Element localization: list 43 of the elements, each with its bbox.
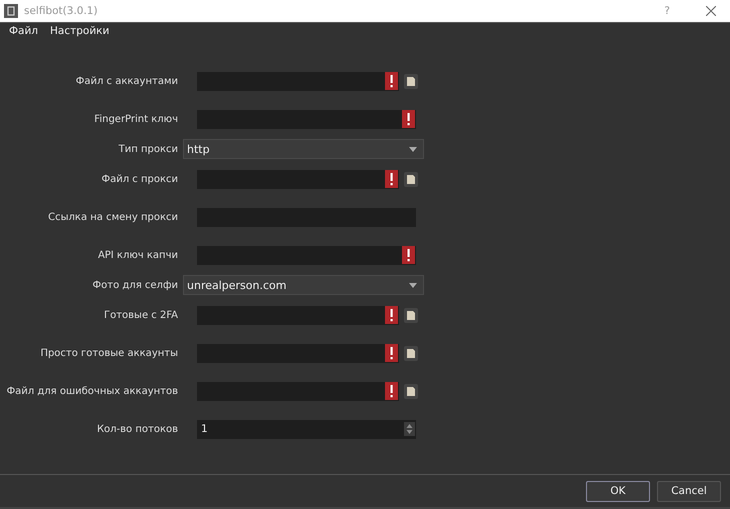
field-label: Файл с аккаунтами	[74, 76, 178, 86]
input-field[interactable]	[197, 382, 399, 400]
field-label: Просто готовые аккаунты	[39, 348, 178, 358]
error-icon	[385, 344, 398, 362]
input-field[interactable]	[197, 344, 399, 362]
error-icon	[385, 382, 398, 400]
field-label: Фото для селфи	[92, 280, 178, 290]
file-icon[interactable]	[404, 346, 418, 360]
window-title: selfibot(3.0.1)	[24, 5, 99, 17]
app-icon	[4, 4, 18, 18]
field-label: Тип прокси	[118, 144, 178, 154]
field-label: Ссылка на смену прокси	[47, 212, 178, 222]
input-field[interactable]	[197, 170, 399, 188]
dropdown-arrow-icon	[409, 282, 417, 288]
file-icon[interactable]	[404, 384, 418, 398]
error-icon	[402, 246, 415, 264]
close-icon[interactable]	[706, 6, 716, 16]
input-field[interactable]	[197, 110, 416, 128]
error-icon	[385, 170, 398, 188]
field-label: Кол-во потоков	[96, 424, 178, 434]
spin-box[interactable]: 1	[197, 420, 416, 438]
field-label: FingerPrint ключ	[93, 114, 178, 124]
error-icon	[385, 306, 398, 324]
dropdown[interactable]: http	[183, 139, 424, 159]
input-field[interactable]	[197, 246, 416, 264]
file-icon[interactable]	[404, 172, 418, 186]
error-icon	[385, 72, 398, 90]
input-field[interactable]	[197, 72, 399, 90]
field-label: Файл с прокси	[100, 174, 178, 184]
dialog-button[interactable]: Cancel	[657, 480, 721, 502]
spin-arrows-icon[interactable]	[404, 422, 415, 436]
file-icon[interactable]	[404, 308, 418, 322]
menu-item[interactable]: Настройки	[50, 25, 110, 37]
dropdown-arrow-icon	[409, 146, 417, 152]
field-label: Готовые с 2FA	[103, 310, 178, 320]
menu-item[interactable]: Файл	[9, 25, 38, 37]
error-icon	[402, 110, 415, 128]
input-field[interactable]	[197, 306, 399, 324]
file-icon[interactable]	[404, 74, 418, 88]
dialog-button[interactable]: OK	[586, 480, 650, 502]
field-label: API ключ капчи	[96, 250, 178, 260]
dropdown[interactable]: unrealperson.com	[183, 275, 424, 295]
field-label: Файл для ошибочных аккаунтов	[6, 386, 178, 396]
